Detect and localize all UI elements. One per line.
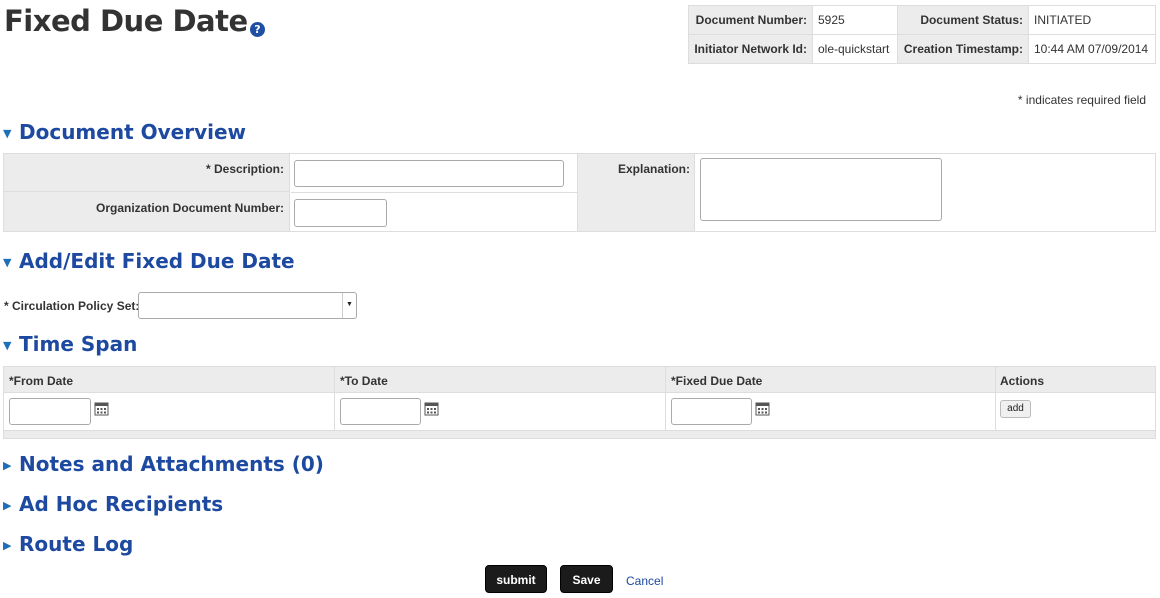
time-span-table: *From Date *To Date *Fixed Due Date Acti… (3, 366, 1156, 439)
document-status-label: Document Status: (897, 5, 1029, 35)
help-icon[interactable]: ? (250, 22, 265, 37)
section-title-document-overview: Document Overview (19, 120, 247, 144)
document-overview-panel: * Description: Organization Document Num… (3, 153, 1156, 232)
calendar-icon[interactable] (94, 401, 109, 416)
document-number-label: Document Number: (688, 5, 813, 35)
circulation-policy-set-label: * Circulation Policy Set: (4, 299, 140, 313)
section-route-log[interactable]: ▶ Route Log (3, 532, 133, 556)
triangle-down-icon[interactable]: ▼ (3, 127, 19, 140)
explanation-label: Explanation: (617, 162, 690, 176)
explanation-textarea[interactable] (700, 158, 942, 221)
document-number-value: 5925 (812, 5, 898, 35)
section-title-route-log: Route Log (19, 532, 134, 556)
chevron-down-icon: ▼ (342, 293, 356, 318)
description-label: * Description: (205, 162, 284, 176)
document-info-table: Document Number: 5925 Document Status: I… (688, 5, 1156, 64)
section-add-edit-fixed-due-date[interactable]: ▼ Add/Edit Fixed Due Date (3, 249, 295, 273)
triangle-down-icon[interactable]: ▼ (3, 339, 19, 352)
section-time-span[interactable]: ▼ Time Span (3, 332, 137, 356)
from-date-input[interactable] (9, 398, 91, 425)
description-input[interactable] (294, 160, 564, 187)
creation-timestamp-label: Creation Timestamp: (897, 34, 1029, 64)
add-time-span-button[interactable]: add (1000, 400, 1031, 418)
triangle-down-icon[interactable]: ▼ (3, 256, 19, 269)
to-date-input[interactable] (340, 398, 421, 425)
section-title-add-edit: Add/Edit Fixed Due Date (19, 249, 295, 273)
required-field-note: * indicates required field (1017, 93, 1146, 107)
column-header-fixed-due-date: *Fixed Due Date (671, 374, 763, 388)
column-header-to-date: *To Date (340, 374, 388, 388)
section-ad-hoc-recipients[interactable]: ▶ Ad Hoc Recipients (3, 492, 223, 516)
initiator-label: Initiator Network Id: (688, 34, 813, 64)
triangle-right-icon[interactable]: ▶ (3, 539, 19, 552)
creation-timestamp-value: 10:44 AM 07/09/2014 (1028, 34, 1156, 64)
column-header-from-date: *From Date (9, 374, 74, 388)
submit-button[interactable]: submit (485, 565, 547, 593)
save-button[interactable]: Save (560, 565, 613, 593)
org-doc-number-label: Organization Document Number: (95, 201, 284, 215)
triangle-right-icon[interactable]: ▶ (3, 499, 19, 512)
calendar-icon[interactable] (424, 401, 439, 416)
page-title: Fixed Due Date (4, 4, 248, 38)
fixed-due-date-input[interactable] (671, 398, 752, 425)
section-title-notes: Notes and Attachments (0) (19, 452, 324, 476)
calendar-icon[interactable] (755, 401, 770, 416)
section-title-adhoc: Ad Hoc Recipients (19, 492, 224, 516)
section-notes-and-attachments[interactable]: ▶ Notes and Attachments (0) (3, 452, 324, 476)
section-document-overview[interactable]: ▼ Document Overview (3, 120, 246, 144)
cancel-link[interactable]: Cancel (626, 574, 663, 588)
org-doc-number-input[interactable] (294, 199, 387, 227)
circulation-policy-set-select[interactable]: ▼ (138, 292, 357, 319)
triangle-right-icon[interactable]: ▶ (3, 459, 19, 472)
initiator-value: ole-quickstart (812, 34, 898, 64)
column-header-actions: Actions (1000, 374, 1045, 388)
document-status-value: INITIATED (1028, 5, 1156, 35)
section-title-time-span: Time Span (19, 332, 138, 356)
